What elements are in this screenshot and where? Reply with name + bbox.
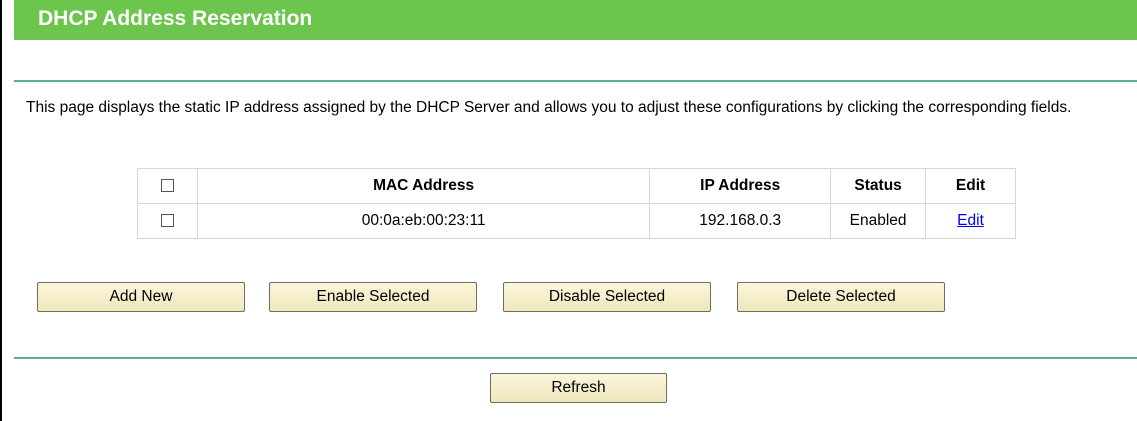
column-header-edit: Edit — [925, 168, 1016, 204]
table-row: 00:0a:eb:00:23:11 192.168.0.3 Enabled Ed… — [137, 203, 1016, 239]
column-header-mac: MAC Address — [196, 168, 651, 204]
row-status: Enabled — [830, 203, 927, 239]
reservation-table: MAC Address IP Address Status Edit 00:0a… — [137, 168, 1016, 239]
row-edit-cell: Edit — [925, 203, 1016, 239]
disable-selected-button[interactable]: Disable Selected — [503, 282, 711, 312]
add-new-button[interactable]: Add New — [37, 282, 245, 312]
enable-selected-button[interactable]: Enable Selected — [269, 282, 477, 312]
select-all-checkbox[interactable] — [160, 179, 174, 193]
top-divider — [14, 80, 1137, 82]
page-title: DHCP Address Reservation — [14, 0, 1137, 40]
refresh-button[interactable]: Refresh — [490, 373, 667, 403]
page-description: This page displays the static IP address… — [26, 99, 1072, 116]
row-mac-address: 00:0a:eb:00:23:11 — [196, 203, 651, 239]
row-select-cell — [137, 203, 198, 239]
column-header-status: Status — [830, 168, 927, 204]
select-all-cell — [137, 168, 198, 204]
page-frame: DHCP Address Reservation This page displ… — [0, 0, 1137, 421]
bottom-divider — [14, 357, 1137, 359]
row-ip-address: 192.168.0.3 — [649, 203, 832, 239]
row-select-checkbox[interactable] — [160, 214, 174, 228]
column-header-ip: IP Address — [649, 168, 832, 204]
row-edit-link[interactable]: Edit — [957, 212, 984, 229]
table-header-row: MAC Address IP Address Status Edit — [137, 168, 1016, 204]
delete-selected-button[interactable]: Delete Selected — [737, 282, 945, 312]
